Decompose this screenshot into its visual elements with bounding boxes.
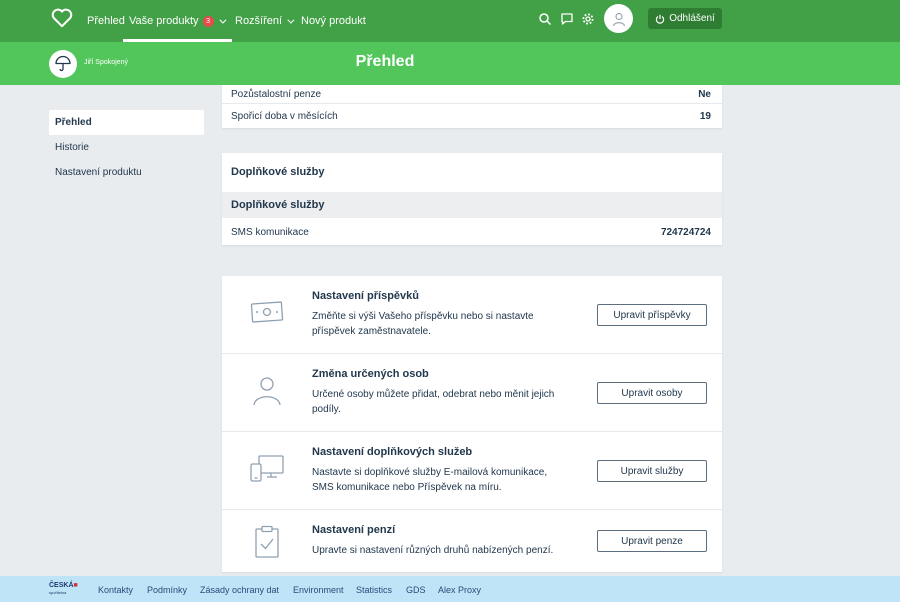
top-navbar: Přehled Vaše produkty 3 Rozšíření Nový p… — [0, 0, 900, 42]
page-title: Přehled — [355, 53, 415, 70]
services-card-title: Doplňkové služby — [231, 166, 325, 178]
nav-products-label: Vaše produkty — [129, 15, 199, 27]
action-title: Nastavení doplňkových služeb — [312, 446, 473, 458]
action-description: Určené osoby můžete přidat, odebrat nebo… — [312, 389, 555, 415]
person-icon — [253, 377, 281, 406]
info-row-value: 19 — [699, 110, 711, 122]
power-icon — [656, 14, 665, 24]
footer: ČESKÁ■ spořitelna Kontakty Podmínky Zása… — [0, 576, 900, 602]
nav-products[interactable]: Vaše produkty 3 — [123, 0, 232, 42]
sidebar-item-label: Nastavení produktu — [55, 167, 142, 178]
sidebar-item-label: Historie — [55, 142, 89, 153]
info-row-label: Spořicí doba v měsících — [231, 110, 338, 122]
clipboard-check-icon — [255, 525, 279, 558]
page-header: Jiří Spokojený Přehled — [0, 42, 900, 85]
logout-label: Odhlášení — [669, 13, 715, 24]
action-title: Nastavení příspěvků — [312, 290, 419, 302]
sidebar-item-overview[interactable]: Přehled — [49, 110, 204, 135]
action-item-services: Nastavení doplňkových služeb Nastavte si… — [222, 432, 722, 510]
services-card: Doplňkové služby Doplňkové služby SMS ko… — [222, 153, 722, 245]
banknote-icon — [250, 301, 284, 323]
logo-text: ČESKÁ — [49, 582, 74, 589]
chat-icon[interactable] — [560, 12, 574, 26]
sidebar-item-label: Přehled — [55, 117, 92, 128]
info-row-value: Ne — [698, 88, 711, 100]
nav-new-product-label: Nový produkt — [301, 15, 366, 27]
footer-link-statistics[interactable]: Statistics — [356, 585, 392, 595]
services-subhead: Doplňkové služby — [222, 192, 722, 218]
edit-services-button[interactable]: Upravit služby — [597, 460, 707, 482]
footer-link-gds[interactable]: GDS — [406, 585, 426, 595]
actions-card: Nastavení příspěvků Změňte si výši Vašeh… — [222, 276, 722, 572]
info-row-label: Pozůstalostní penze — [231, 88, 322, 100]
footer-link-privacy[interactable]: Zásady ochrany dat — [200, 585, 279, 595]
nav-overview-label: Přehled — [87, 15, 125, 27]
sidebar-item-history[interactable]: Historie — [49, 135, 204, 160]
action-title: Změna určených osob — [312, 368, 429, 380]
action-item-persons: Změna určených osob Určené osoby můžete … — [222, 354, 722, 432]
edit-persons-button[interactable]: Upravit osoby — [597, 382, 707, 404]
action-item-pensions: Nastavení penzí Upravte si nastavení růz… — [222, 510, 722, 572]
nav-overview[interactable]: Přehled — [87, 0, 125, 42]
nav-extensions[interactable]: Rozšíření — [235, 0, 295, 42]
edit-pensions-button[interactable]: Upravit penze — [597, 530, 707, 552]
products-count-badge: 3 — [202, 15, 214, 27]
heart-logo-icon[interactable] — [51, 8, 73, 28]
chevron-down-icon — [287, 16, 295, 24]
edit-contributions-button[interactable]: Upravit příspěvky — [597, 304, 707, 326]
action-description: Upravte si nastavení různých druhů nabíz… — [312, 545, 554, 556]
footer-link-environment[interactable]: Environment — [293, 585, 344, 595]
service-row-value: 724724724 — [660, 226, 711, 238]
nav-new-product[interactable]: Nový produkt — [301, 0, 366, 42]
sidebar-item-product-settings[interactable]: Nastavení produktu — [49, 160, 204, 185]
service-row: SMS komunikace 724724724 — [222, 219, 722, 245]
nav-extensions-label: Rozšíření — [235, 15, 283, 27]
logo-subtext: spořitelna — [49, 590, 67, 595]
ceska-sporitelna-logo[interactable]: ČESKÁ■ spořitelna — [49, 582, 78, 596]
logout-button[interactable]: Odhlášení — [648, 8, 722, 29]
chevron-down-icon — [218, 16, 226, 24]
action-item-contributions: Nastavení příspěvků Změňte si výši Vašeh… — [222, 276, 722, 354]
service-row-label: SMS komunikace — [231, 226, 309, 238]
product-info-card: Pozůstalostní penze Ne Spořicí doba v mě… — [222, 85, 722, 128]
devices-icon — [250, 455, 284, 482]
user-icon — [612, 12, 625, 26]
action-description: Nastavte si doplňkové služby E-mailová k… — [312, 467, 548, 493]
logo-mark-icon: ■ — [73, 582, 78, 589]
avatar[interactable] — [604, 4, 633, 33]
action-title: Nastavení penzí — [312, 524, 396, 536]
footer-link-terms[interactable]: Podmínky — [147, 585, 187, 595]
info-row: Pozůstalostní penze Ne — [222, 85, 722, 103]
info-row: Spořicí doba v měsících 19 — [222, 104, 722, 128]
footer-link-alex-proxy[interactable]: Alex Proxy — [438, 585, 481, 595]
search-icon[interactable] — [538, 12, 552, 26]
action-description: Změňte si výši Vašeho příspěvku nebo si … — [312, 311, 534, 337]
footer-link-contacts[interactable]: Kontakty — [98, 585, 133, 595]
gear-icon[interactable] — [581, 12, 595, 26]
